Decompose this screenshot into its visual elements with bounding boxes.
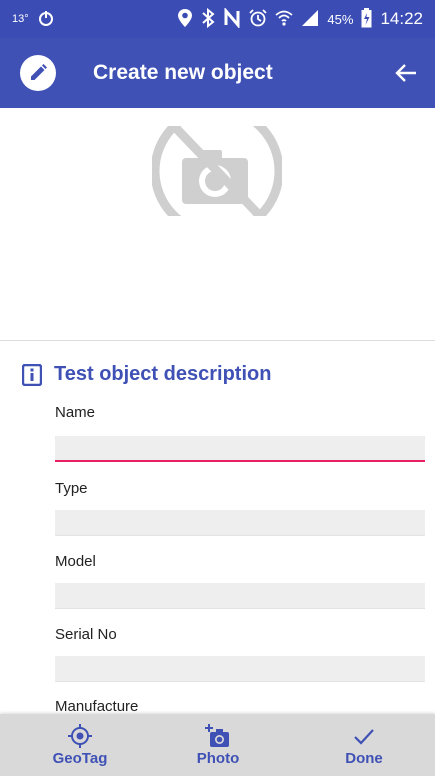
name-label: Name bbox=[55, 404, 96, 421]
no-camera-icon bbox=[152, 126, 282, 216]
done-label: Done bbox=[345, 749, 383, 767]
type-label: Type bbox=[55, 480, 88, 497]
signal-icon bbox=[301, 9, 319, 30]
add-photo-icon bbox=[205, 723, 229, 747]
battery-icon bbox=[361, 7, 372, 31]
battery-percent: 45% bbox=[327, 11, 354, 27]
section-title: Test object description bbox=[54, 363, 272, 385]
done-button[interactable]: Done bbox=[304, 714, 424, 776]
photo-preview-area[interactable] bbox=[0, 108, 435, 341]
type-field[interactable] bbox=[55, 510, 425, 536]
app-bar: Create new object bbox=[0, 38, 435, 108]
geotag-label: GeoTag bbox=[52, 749, 108, 767]
bluetooth-icon bbox=[201, 7, 215, 31]
nfc-icon bbox=[223, 6, 241, 31]
alarm-icon bbox=[249, 8, 268, 30]
checkmark-icon bbox=[354, 728, 374, 745]
temperature-text: 13° bbox=[12, 13, 29, 25]
clock-time: 14:22 bbox=[380, 9, 423, 28]
photo-label: Photo bbox=[196, 749, 240, 767]
name-field[interactable] bbox=[55, 436, 425, 462]
info-icon bbox=[22, 363, 42, 386]
location-target-icon bbox=[68, 723, 92, 748]
edit-icon[interactable] bbox=[20, 55, 56, 91]
power-icon bbox=[37, 9, 55, 30]
model-field[interactable] bbox=[55, 583, 425, 609]
geotag-button[interactable]: GeoTag bbox=[20, 714, 140, 776]
photo-button[interactable]: Photo bbox=[158, 714, 278, 776]
status-bar: 13° 45% 14:22 bbox=[0, 0, 435, 38]
wifi-icon bbox=[275, 9, 294, 30]
serial-no-field[interactable] bbox=[55, 656, 425, 682]
section-header: Test object description bbox=[22, 363, 271, 386]
manufacture-label: Manufacture bbox=[55, 698, 139, 715]
serial-no-label: Serial No bbox=[55, 626, 117, 643]
page-title: Create new object bbox=[93, 61, 273, 84]
back-arrow-icon[interactable] bbox=[391, 58, 421, 88]
location-icon bbox=[177, 8, 193, 31]
model-label: Model bbox=[55, 553, 96, 570]
bottom-action-bar: GeoTag Photo Done bbox=[0, 714, 435, 776]
